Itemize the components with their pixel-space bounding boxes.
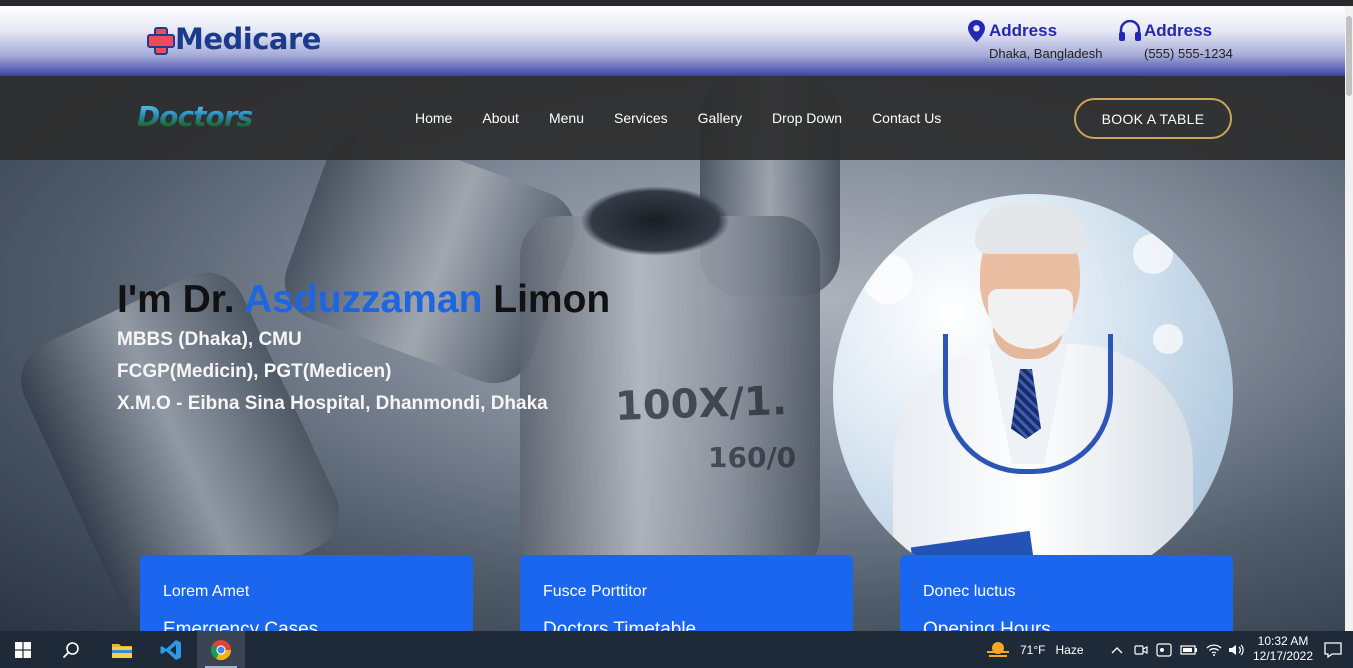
info-card-timetable[interactable]: Fusce Porttitor Doctors Timetable xyxy=(520,555,853,631)
phone-title: Address xyxy=(1144,21,1213,40)
page-scrollbar[interactable] xyxy=(1345,6,1353,631)
card-label: Fusce Porttitor xyxy=(543,583,648,600)
nav-link-contact[interactable]: Contact Us xyxy=(872,110,941,126)
medicare-logo[interactable]: Medicare xyxy=(146,22,321,56)
file-explorer-icon[interactable] xyxy=(99,631,145,668)
windows-start-icon[interactable] xyxy=(0,631,46,668)
doctors-logo[interactable]: Doctors xyxy=(137,100,253,133)
chrome-icon[interactable] xyxy=(197,631,245,668)
vscode-icon[interactable] xyxy=(148,631,194,668)
hero-title-suffix: Limon xyxy=(482,278,611,321)
nav-link-home[interactable]: Home xyxy=(415,110,452,126)
card-title: Opening Hours xyxy=(923,619,1051,631)
web-page: 100X/1. 160/0 Medicare Address Dhaka, Ba… xyxy=(0,6,1353,631)
hero-title: I'm Dr. Asduzzaman Limon xyxy=(117,278,610,322)
location-pin-icon xyxy=(968,20,985,42)
meet-now-icon[interactable] xyxy=(1154,631,1174,668)
windows-taskbar: 71°F Haze 10:32 AM 12/17/2022 xyxy=(0,631,1353,668)
chevron-up-icon[interactable] xyxy=(1108,631,1126,668)
doctor-hair xyxy=(975,204,1085,254)
nav-link-gallery[interactable]: Gallery xyxy=(698,110,742,126)
hero-title-accent: Asduzzaman xyxy=(244,278,483,321)
address-detail: Dhaka, Bangladesh xyxy=(989,46,1103,61)
phone-number: (555) 555-1234 xyxy=(1144,46,1233,61)
address-title: Address xyxy=(989,21,1058,40)
info-card-hours[interactable]: Donec luctus Opening Hours xyxy=(900,555,1233,631)
card-label: Donec luctus xyxy=(923,583,1016,600)
main-navbar: Doctors Home About Menu Services Gallery… xyxy=(0,76,1345,160)
phone-block: Address (555) 555-1234 xyxy=(1118,20,1233,61)
clock-date: 12/17/2022 xyxy=(1252,649,1314,663)
medical-cross-icon xyxy=(146,26,175,55)
clock-time: 10:32 AM xyxy=(1257,634,1309,648)
brand-name: Medicare xyxy=(175,22,321,56)
notification-icon[interactable] xyxy=(1318,631,1348,668)
card-title: Doctors Timetable xyxy=(543,619,697,631)
weather-desc: Haze xyxy=(1055,642,1084,657)
nav-link-dropdown[interactable]: Drop Down xyxy=(772,110,842,126)
nav-link-services[interactable]: Services xyxy=(614,110,668,126)
card-title: Emergency Cases xyxy=(163,619,319,631)
hero-qualification: FCGP(Medicin), PGT(Medicen) xyxy=(117,361,392,382)
weather-widget[interactable]: 71°F Haze xyxy=(985,631,1091,668)
volume-icon[interactable] xyxy=(1226,631,1248,668)
scrollbar-thumb[interactable] xyxy=(1346,16,1352,96)
camera-icon[interactable] xyxy=(1132,631,1150,668)
book-a-table-button[interactable]: BOOK A TABLE xyxy=(1074,98,1232,139)
wifi-icon[interactable] xyxy=(1204,631,1224,668)
weather-temp: 71°F xyxy=(1020,642,1046,657)
headset-icon xyxy=(1119,20,1141,41)
nav-link-menu[interactable]: Menu xyxy=(549,110,584,126)
info-card-emergency[interactable]: Lorem Amet Emergency Cases xyxy=(140,555,473,631)
portrait-bokeh xyxy=(1153,324,1183,354)
search-icon[interactable] xyxy=(48,631,94,668)
hero-qualification: MBBS (Dhaka), CMU xyxy=(117,329,302,350)
system-clock[interactable]: 10:32 AM 12/17/2022 xyxy=(1252,634,1314,664)
doctor-portrait xyxy=(833,194,1233,594)
card-label: Lorem Amet xyxy=(163,583,250,600)
haze-sun-icon xyxy=(987,641,1009,657)
hero-title-prefix: I'm Dr. xyxy=(117,278,245,321)
battery-icon[interactable] xyxy=(1178,631,1200,668)
nav-link-about[interactable]: About xyxy=(482,110,519,126)
address-block: Address Dhaka, Bangladesh xyxy=(968,20,1102,61)
hero-workplace: X.M.O - Eibna Sina Hospital, Dhanmondi, … xyxy=(117,393,548,414)
portrait-bokeh xyxy=(863,254,913,304)
top-header: Medicare Address Dhaka, Bangladesh Addre… xyxy=(0,6,1345,76)
portrait-bokeh xyxy=(1133,234,1173,274)
nav-menu: Home About Menu Services Gallery Drop Do… xyxy=(400,110,956,126)
